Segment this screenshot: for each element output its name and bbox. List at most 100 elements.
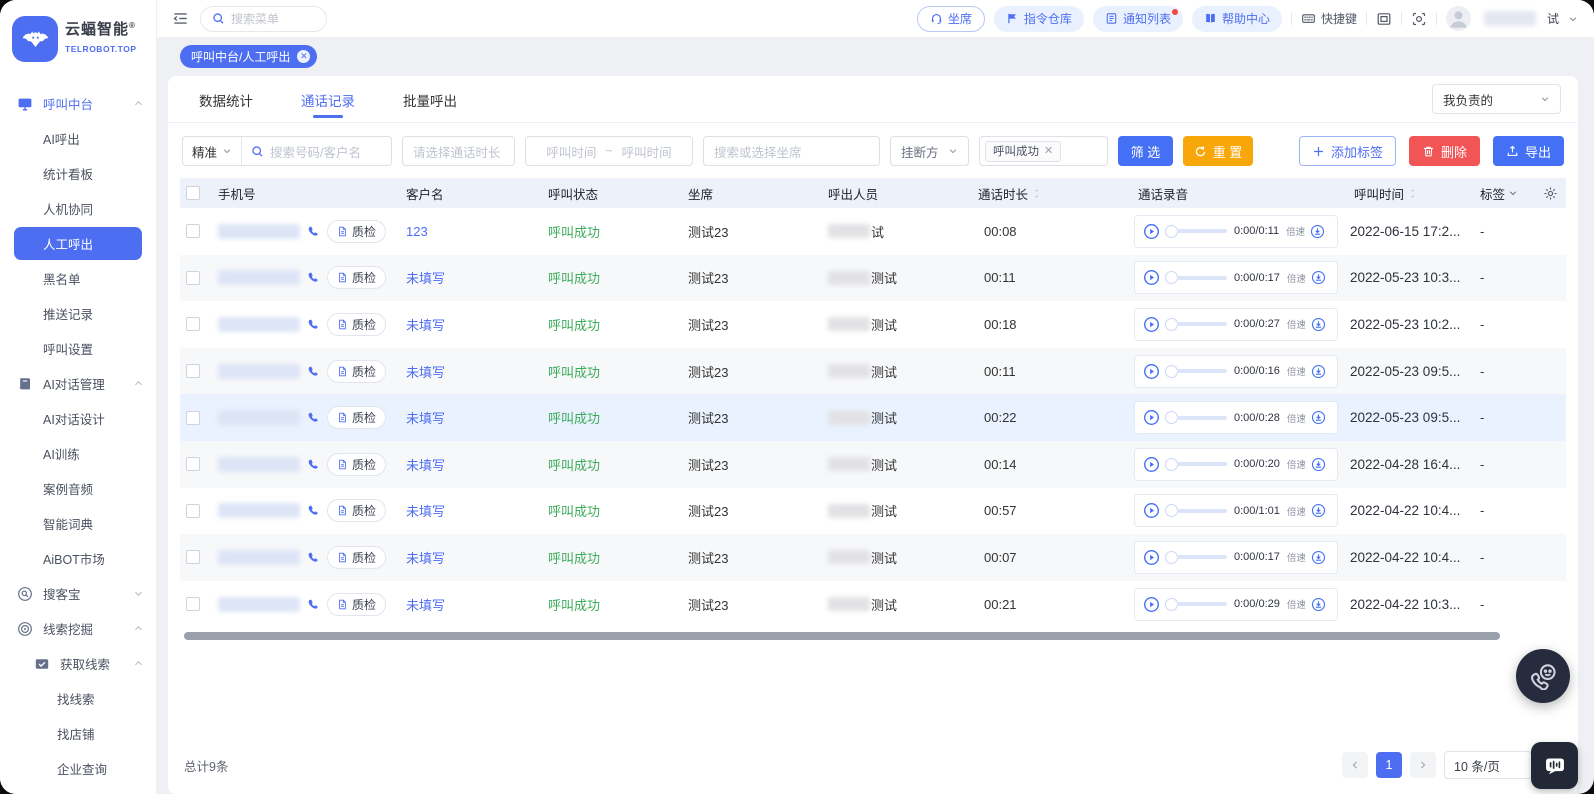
customer-name-link[interactable]: 未填写 [402, 501, 544, 520]
playback-speed-button[interactable]: 倍速 [1287, 550, 1306, 564]
playback-speed-button[interactable]: 倍速 [1287, 364, 1306, 378]
play-circle-icon[interactable] [1143, 363, 1160, 380]
customer-name-link[interactable]: 未填写 [402, 315, 544, 334]
row-checkbox[interactable] [186, 457, 200, 471]
column-header-5[interactable]: 通话时长 [974, 184, 1134, 203]
play-circle-icon[interactable] [1143, 502, 1160, 519]
play-circle-icon[interactable] [1143, 269, 1160, 286]
phone-icon[interactable] [307, 551, 320, 564]
audio-slider-track[interactable] [1177, 602, 1227, 606]
play-circle-icon[interactable] [1143, 456, 1160, 473]
quality-check-button[interactable]: 质检 [327, 593, 386, 616]
customer-name-link[interactable]: 123 [402, 224, 544, 239]
audio-slider-track[interactable] [1177, 462, 1227, 466]
select-all-checkbox[interactable] [186, 186, 200, 200]
phone-icon[interactable] [307, 411, 320, 424]
tab-0[interactable]: 数据统计 [199, 75, 253, 123]
add-tag-button[interactable]: 添加标签 [1299, 136, 1396, 166]
sidebar-item-19[interactable]: 企业查询 [0, 751, 156, 786]
delete-button[interactable]: 删除 [1409, 136, 1480, 166]
audio-slider-track[interactable] [1177, 555, 1227, 559]
sidebar-item-15[interactable]: 线索挖掘 [0, 611, 156, 646]
sidebar-item-16[interactable]: 获取线索 [0, 646, 156, 681]
menu-search-input[interactable]: 搜索菜单 [200, 6, 327, 32]
sidebar-item-17[interactable]: 找线索 [0, 681, 156, 716]
play-circle-icon[interactable] [1143, 316, 1160, 333]
play-circle-icon[interactable] [1143, 223, 1160, 240]
reset-button[interactable]: 重 置 [1183, 136, 1253, 166]
row-checkbox[interactable] [186, 224, 200, 238]
sidebar-collapse-icon[interactable] [172, 10, 189, 27]
download-icon[interactable] [1311, 597, 1326, 612]
row-checkbox[interactable] [186, 364, 200, 378]
download-icon[interactable] [1311, 550, 1326, 565]
row-checkbox[interactable] [186, 597, 200, 611]
duration-select[interactable]: 请选择通话时长 [402, 136, 515, 166]
phone-icon[interactable] [307, 598, 320, 611]
row-checkbox[interactable] [186, 411, 200, 425]
row-checkbox[interactable] [186, 504, 200, 518]
screenshot-icon[interactable] [1411, 11, 1427, 27]
topbar-action-2[interactable]: 通知列表 [1093, 6, 1183, 32]
topbar-action-3[interactable]: 帮助中心 [1192, 6, 1282, 32]
audio-slider-handle[interactable] [1165, 318, 1178, 331]
playback-speed-button[interactable]: 倍速 [1286, 224, 1305, 238]
audio-slider-track[interactable] [1177, 276, 1227, 280]
row-checkbox[interactable] [186, 550, 200, 564]
quality-check-button[interactable]: 质检 [327, 313, 386, 336]
playback-speed-button[interactable]: 倍速 [1287, 271, 1306, 285]
sidebar-item-3[interactable]: 人机协同 [0, 191, 156, 226]
sidebar-item-9[interactable]: AI对话设计 [0, 401, 156, 436]
download-icon[interactable] [1311, 457, 1326, 472]
quality-check-button[interactable]: 质检 [327, 546, 386, 569]
sidebar-item-4[interactable]: 人工呼出 [14, 227, 142, 260]
filter-button[interactable]: 筛 选 [1118, 136, 1173, 166]
prev-page-button[interactable] [1342, 752, 1368, 778]
sidebar-item-7[interactable]: 呼叫设置 [0, 331, 156, 366]
page-size-select[interactable]: 10 条/页 [1444, 751, 1532, 779]
hangup-select[interactable]: 挂断方 [890, 136, 969, 166]
phone-icon[interactable] [307, 225, 320, 238]
quality-check-button[interactable]: 质检 [327, 220, 386, 243]
sidebar-item-14[interactable]: 搜客宝 [0, 576, 156, 611]
audio-slider-handle[interactable] [1165, 551, 1178, 564]
close-icon[interactable]: ✕ [297, 50, 310, 63]
download-icon[interactable] [1311, 503, 1326, 518]
quality-check-button[interactable]: 质检 [327, 266, 386, 289]
sidebar-item-5[interactable]: 黑名单 [0, 261, 156, 296]
playback-speed-button[interactable]: 倍速 [1287, 457, 1306, 471]
download-icon[interactable] [1311, 270, 1326, 285]
sidebar-item-0[interactable]: 呼叫中台 [0, 86, 156, 121]
sidebar-item-1[interactable]: AI呼出 [0, 121, 156, 156]
topbar-action-0[interactable]: 坐席 [917, 6, 985, 32]
scope-select[interactable]: 我负责的 [1432, 84, 1561, 114]
customer-name-link[interactable]: 未填写 [402, 268, 544, 287]
audio-slider-track[interactable] [1177, 369, 1227, 373]
row-checkbox[interactable] [186, 317, 200, 331]
playback-speed-button[interactable]: 倍速 [1287, 597, 1306, 611]
tab-1[interactable]: 通话记录 [301, 75, 355, 123]
number-search-input[interactable]: 搜索号码/客户名 [242, 142, 370, 161]
quality-check-button[interactable]: 质检 [327, 453, 386, 476]
sidebar-item-11[interactable]: 案例音频 [0, 471, 156, 506]
phone-icon[interactable] [307, 271, 320, 284]
quality-check-button[interactable]: 质检 [327, 406, 386, 429]
download-icon[interactable] [1311, 364, 1326, 379]
quality-check-button[interactable]: 质检 [327, 499, 386, 522]
export-button[interactable]: 导出 [1493, 136, 1564, 166]
call-assistant-button[interactable] [1516, 649, 1570, 703]
quality-check-button[interactable]: 质检 [327, 360, 386, 383]
audio-slider-track[interactable] [1177, 229, 1227, 233]
breadcrumb-tag[interactable]: 呼叫中台/人工呼出 ✕ [180, 45, 317, 68]
horizontal-scrollbar[interactable] [184, 632, 1500, 640]
precision-select[interactable]: 精准 [183, 137, 241, 165]
status-tag-input[interactable]: 呼叫成功 ✕ [979, 136, 1108, 166]
voice-widget-button[interactable] [1531, 742, 1578, 789]
phone-icon[interactable] [307, 365, 320, 378]
chevron-down-icon[interactable] [1568, 14, 1578, 24]
topbar-action-1[interactable]: 指令仓库 [994, 6, 1084, 32]
play-circle-icon[interactable] [1143, 409, 1160, 426]
download-icon[interactable] [1311, 317, 1326, 332]
phone-icon[interactable] [307, 504, 320, 517]
customer-name-link[interactable]: 未填写 [402, 455, 544, 474]
